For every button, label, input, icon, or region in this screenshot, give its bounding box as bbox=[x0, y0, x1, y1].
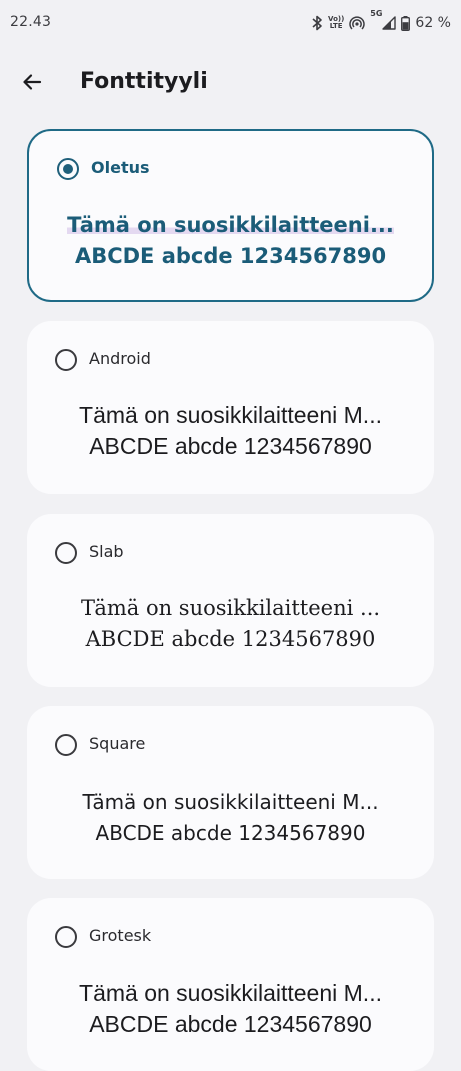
preview-line-1: Tämä on suosikkilaitteeni ... bbox=[80, 596, 381, 620]
preview-line-2: ABCDE abcde 1234567890 bbox=[85, 627, 376, 651]
font-preview-text: Tämä on suosikkilaitteeni... ABCDE abcde… bbox=[29, 210, 432, 272]
radio-button[interactable] bbox=[55, 926, 77, 948]
font-preview-text: Tämä on suosikkilaitteeni M... ABCDE abc… bbox=[27, 978, 434, 1040]
font-option-android[interactable]: Android Tämä on suosikkilaitteeni M... A… bbox=[27, 321, 434, 494]
font-preview-text: Tämä on suosikkilaitteeni M... ABCDE abc… bbox=[27, 787, 434, 849]
font-option-slab[interactable]: Slab Tämä on suosikkilaitteeni ... ABCDE… bbox=[27, 514, 434, 687]
option-label: Grotesk bbox=[89, 926, 152, 945]
arrow-left-icon bbox=[22, 72, 42, 96]
status-time: 22.43 bbox=[10, 14, 52, 30]
font-option-square[interactable]: Square Tämä on suosikkilaitteeni M... AB… bbox=[27, 706, 434, 879]
network-5g-indicator: 5G bbox=[370, 10, 397, 30]
preview-line-2: ABCDE abcde 1234567890 bbox=[74, 244, 387, 268]
status-bar: 22.43 Vo)) LTE 5G 62 % bbox=[0, 0, 461, 48]
preview-line-1: Tämä on suosikkilaitteeni M... bbox=[82, 790, 379, 814]
preview-line-1: Tämä on suosikkilaitteeni... bbox=[67, 213, 394, 237]
font-option-oletus[interactable]: Oletus Tämä on suosikkilaitteeni... ABCD… bbox=[27, 129, 434, 302]
page-title: Fonttityyli bbox=[80, 69, 208, 94]
lte-label: LTE bbox=[329, 22, 343, 30]
preview-line-2: ABCDE abcde 1234567890 bbox=[95, 821, 366, 845]
option-label: Square bbox=[89, 734, 146, 753]
radio-button-selected[interactable] bbox=[57, 158, 79, 180]
app-bar: Fonttityyli bbox=[0, 48, 461, 124]
option-label: Oletus bbox=[91, 158, 150, 177]
preview-line-1: Tämä on suosikkilaitteeni M... bbox=[79, 980, 382, 1006]
font-option-grotesk[interactable]: Grotesk Tämä on suosikkilaitteeni M... A… bbox=[27, 898, 434, 1071]
back-button[interactable] bbox=[14, 66, 50, 102]
preview-line-2: ABCDE abcde 1234567890 bbox=[89, 1011, 372, 1037]
hotspot-icon bbox=[349, 15, 365, 31]
option-label: Android bbox=[89, 349, 151, 368]
radio-button[interactable] bbox=[55, 349, 77, 371]
radio-button[interactable] bbox=[55, 734, 77, 756]
preview-line-1: Tämä on suosikkilaitteeni M... bbox=[79, 402, 382, 428]
option-label: Slab bbox=[89, 542, 124, 561]
font-preview-text: Tämä on suosikkilaitteeni ... ABCDE abcd… bbox=[27, 593, 434, 655]
preview-line-2: ABCDE abcde 1234567890 bbox=[89, 433, 372, 459]
radio-button[interactable] bbox=[55, 542, 77, 564]
bluetooth-icon bbox=[311, 15, 323, 31]
battery-icon bbox=[401, 15, 411, 31]
volte-indicator: Vo)) LTE bbox=[328, 16, 344, 30]
font-preview-text: Tämä on suosikkilaitteeni M... ABCDE abc… bbox=[27, 400, 434, 462]
battery-percent: 62 % bbox=[415, 15, 451, 31]
network-5g-label: 5G bbox=[370, 9, 383, 18]
status-icons: Vo)) LTE 5G 62 % bbox=[311, 10, 451, 34]
cell-signal-icon bbox=[382, 16, 397, 30]
